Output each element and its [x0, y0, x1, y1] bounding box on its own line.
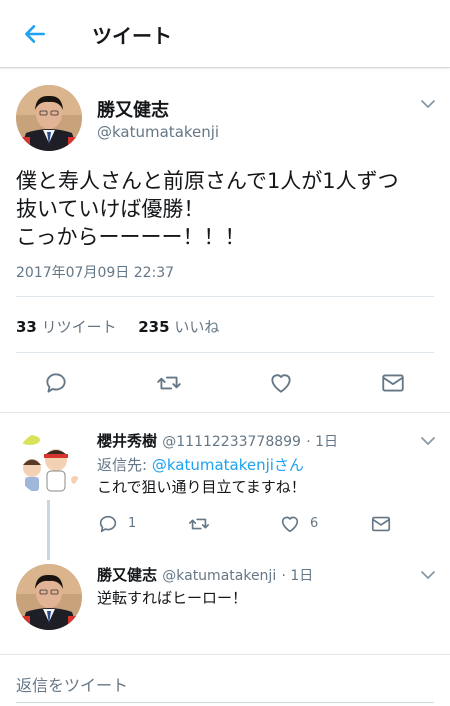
direct-message-icon[interactable]	[370, 513, 392, 535]
app-header: ツイート	[0, 0, 450, 68]
chevron-down-icon[interactable]	[420, 99, 436, 109]
retweet-icon[interactable]	[188, 513, 210, 535]
thread-connector	[47, 500, 50, 560]
tweet-text-line: 僕と寿人さんと前原さんで1人が1人ずつ	[16, 169, 399, 193]
reply-composer[interactable]: 返信をツイート	[0, 654, 450, 706]
avatar-image	[16, 430, 82, 496]
reply-author-handle[interactable]: @11112233778899	[162, 434, 301, 450]
like-count: 6	[310, 516, 319, 531]
like-count[interactable]: 235	[138, 318, 169, 336]
like-heart-icon[interactable]	[268, 370, 294, 396]
chevron-down-icon[interactable]	[420, 436, 436, 446]
reply-header: 櫻井秀樹 @11112233778899 · 1日	[97, 430, 338, 451]
back-arrow-icon[interactable]	[22, 21, 48, 47]
reply-to-mention[interactable]: @katumatakenjiさん	[152, 456, 304, 474]
direct-message-icon[interactable]	[380, 370, 406, 396]
tweet-text-line: こっからーーーー！！！	[16, 225, 246, 249]
reply-author-name[interactable]: 勝又健志	[97, 566, 157, 584]
divider	[0, 654, 450, 655]
chevron-down-icon[interactable]	[420, 570, 436, 580]
like-heart-icon[interactable]	[279, 513, 301, 535]
page-title: ツイート	[92, 24, 172, 48]
author-handle[interactable]: @katumatakenji	[97, 123, 219, 141]
avatar[interactable]	[16, 564, 82, 630]
tweet-stats: 33 リツイート 235 いいね	[16, 316, 219, 337]
divider	[16, 352, 434, 353]
reply-icon[interactable]	[97, 513, 119, 535]
tweet-text-line: 抜いていけば優勝！	[16, 197, 205, 221]
divider	[0, 412, 450, 413]
reply-to-prefix: 返信先:	[97, 456, 152, 474]
reply-count: 1	[128, 516, 137, 531]
avatar[interactable]	[16, 430, 82, 496]
reply-author-name[interactable]: 櫻井秀樹	[97, 432, 157, 450]
avatar[interactable]	[16, 85, 82, 151]
author-name[interactable]: 勝又健志	[97, 96, 169, 122]
reply-text: これで狙い通り目立てますね！	[97, 478, 306, 496]
retweet-icon[interactable]	[156, 370, 182, 396]
reply-input-underline	[16, 702, 434, 703]
reply-to-line: 返信先: @katumatakenjiさん	[97, 454, 304, 475]
reply-time: · 1日	[306, 434, 338, 450]
retweet-label[interactable]: リツイート	[42, 318, 117, 336]
tweet-timestamp: 2017年07月09日 22:37	[16, 265, 175, 281]
reply-text: 逆転すればヒーロー！	[97, 589, 248, 607]
reply-header: 勝又健志 @katumatakenji · 1日	[97, 564, 313, 585]
reply-icon[interactable]	[43, 370, 69, 396]
retweet-count[interactable]: 33	[16, 318, 37, 336]
avatar-image	[16, 85, 82, 151]
avatar-image	[16, 564, 82, 630]
reply-input[interactable]: 返信をツイート	[16, 672, 128, 696]
like-label[interactable]: いいね	[174, 318, 219, 336]
reply-author-handle[interactable]: @katumatakenji	[162, 568, 276, 584]
reply-time: · 1日	[281, 568, 314, 584]
divider	[16, 296, 434, 297]
tweet-text: 僕と寿人さんと前原さんで1人が1人ずつ 抜いていけば優勝！ こっからーーーー！！…	[16, 167, 436, 251]
